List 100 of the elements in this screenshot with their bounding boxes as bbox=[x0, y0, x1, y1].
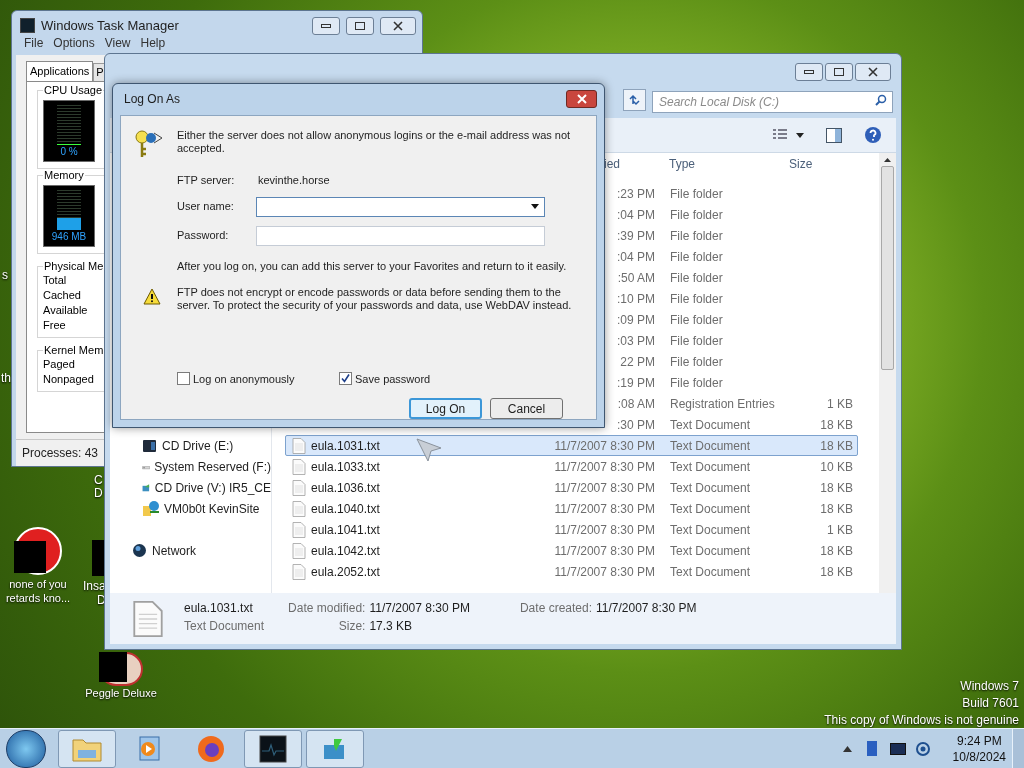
maximize-button[interactable] bbox=[825, 63, 853, 81]
clock-date[interactable]: 10/8/2024 bbox=[952, 748, 1006, 765]
document-icon bbox=[292, 542, 306, 559]
activation-notice: This copy of Windows is not genuine bbox=[824, 712, 1019, 729]
close-button[interactable] bbox=[566, 90, 597, 109]
file-name: eula.1041.txt bbox=[311, 521, 380, 539]
desktop-label-fragment: s bbox=[2, 268, 8, 282]
nav-item[interactable]: CD Drive (E:) bbox=[110, 435, 271, 456]
group-title: Kernel Mem bbox=[43, 344, 105, 357]
type-cell-text: Text Document bbox=[670, 437, 752, 455]
type-cell-text: File folder bbox=[670, 353, 724, 371]
caret-icon[interactable] bbox=[796, 132, 804, 138]
type-cell-text: File folder bbox=[670, 206, 724, 224]
minimize-button[interactable] bbox=[312, 16, 340, 35]
close-button[interactable] bbox=[380, 16, 416, 35]
type-cell-text: File folder bbox=[670, 290, 724, 308]
type-cell-text: File folder bbox=[670, 185, 724, 203]
size-cell-text: 18 KB bbox=[819, 563, 853, 581]
checkbox-option[interactable]: Save password bbox=[339, 370, 431, 387]
activation-notice: Windows 7 bbox=[960, 678, 1019, 695]
search-field[interactable]: Search Local Disk (C:) bbox=[652, 90, 893, 113]
menu-item[interactable]: View bbox=[104, 36, 131, 49]
warning-icon bbox=[143, 287, 161, 305]
file-row[interactable]: eula.1036.txt 11/7/2007 8:30 PM Text Document 18 KB bbox=[285, 477, 858, 498]
date-cell-text: 11/7/2007 8:30 PM bbox=[554, 542, 655, 560]
property-value: 11/7/2007 8:30 PM bbox=[596, 600, 697, 617]
refresh-button[interactable] bbox=[623, 88, 646, 111]
info-text: After you log on, you can add this server to your Favorites and return to it easily. bbox=[177, 258, 567, 273]
show-hidden-icons-icon[interactable] bbox=[842, 745, 852, 752]
stat-label: Available bbox=[43, 303, 89, 318]
size-cell-text: 10 KB bbox=[819, 458, 853, 476]
username-combo[interactable] bbox=[256, 196, 545, 217]
document-icon bbox=[292, 458, 306, 475]
scroll-up-icon[interactable] bbox=[884, 158, 891, 162]
start-button[interactable] bbox=[6, 729, 46, 768]
checkbox[interactable] bbox=[339, 372, 352, 386]
tray-display-icon[interactable] bbox=[889, 742, 906, 755]
field-label: FTP server: bbox=[177, 173, 236, 189]
checkbox-option[interactable]: Log on anonymously bbox=[177, 370, 339, 387]
dialog-button[interactable]: Log On bbox=[409, 398, 482, 419]
dialog-button[interactable]: Cancel bbox=[490, 398, 563, 419]
browser-icon bbox=[196, 733, 226, 764]
caret-icon bbox=[531, 204, 539, 209]
scrollbar[interactable] bbox=[879, 153, 896, 593]
document-icon bbox=[132, 599, 164, 639]
type-cell-text: Registration Entries bbox=[670, 395, 776, 413]
taskbar-button[interactable] bbox=[244, 729, 302, 768]
tray-network-icon[interactable] bbox=[914, 740, 931, 757]
tab[interactable]: P bbox=[93, 63, 104, 81]
shortcut-icon[interactable] bbox=[99, 652, 143, 686]
menu-item[interactable]: Options bbox=[53, 36, 95, 49]
date-cell-text: 11/7/2007 8:30 PM bbox=[554, 458, 655, 476]
size-cell-text: 18 KB bbox=[819, 437, 853, 455]
file-row[interactable]: eula.2052.txt 11/7/2007 8:30 PM Text Document 18 KB bbox=[285, 561, 858, 582]
nav-item[interactable]: Network bbox=[110, 540, 271, 561]
close-icon bbox=[868, 67, 878, 77]
column-header[interactable]: Size bbox=[789, 155, 852, 173]
stat-label: Total bbox=[43, 273, 68, 288]
document-icon bbox=[292, 500, 306, 517]
file-name: eula.1031.txt bbox=[311, 437, 380, 455]
menu-item[interactable]: Help bbox=[140, 36, 166, 49]
date-cell-text: :50 AM bbox=[617, 269, 655, 287]
date-cell-text: :04 PM bbox=[617, 206, 655, 224]
group-title: Physical Me bbox=[43, 260, 105, 273]
nav-item[interactable]: System Reserved (F:) bbox=[110, 456, 271, 477]
clock-time[interactable]: 9:24 PM bbox=[956, 732, 1002, 749]
minimize-button[interactable] bbox=[795, 63, 823, 81]
nav-item[interactable]: VM0b0t KevinSite bbox=[110, 498, 271, 519]
type-cell-text: File folder bbox=[670, 248, 724, 266]
type-cell-text: File folder bbox=[670, 269, 724, 287]
file-row[interactable]: eula.1031.txt 11/7/2007 8:30 PM Text Document 18 KB bbox=[285, 435, 858, 456]
property-label: Date modified: bbox=[288, 600, 366, 617]
stat-label: Paged bbox=[43, 357, 76, 372]
file-row[interactable]: eula.1042.txt 11/7/2007 8:30 PM Text Document 18 KB bbox=[285, 540, 858, 561]
desktop-label-fragment: C bbox=[94, 473, 103, 487]
message-text: Either the server does not allow anonymous logins or the e-mail address was not accepted. bbox=[177, 128, 572, 156]
size-cell-text: 1 KB bbox=[826, 395, 853, 413]
type-cell-text: Text Document bbox=[670, 521, 752, 539]
document-icon bbox=[292, 479, 306, 496]
file-row[interactable]: eula.1040.txt 11/7/2007 8:30 PM Text Document 18 KB bbox=[285, 498, 858, 519]
help-icon[interactable] bbox=[864, 126, 882, 144]
preview-pane-icon[interactable] bbox=[826, 127, 842, 143]
file-row[interactable]: eula.1041.txt 11/7/2007 8:30 PM Text Document 1 KB bbox=[285, 519, 858, 540]
tab[interactable]: Applications bbox=[26, 61, 94, 81]
password-field[interactable] bbox=[256, 225, 545, 246]
checkbox[interactable] bbox=[177, 372, 190, 386]
media-player-icon bbox=[137, 735, 161, 762]
file-row[interactable]: eula.1033.txt 11/7/2007 8:30 PM Text Document 10 KB bbox=[285, 456, 858, 477]
size-cell-text: 18 KB bbox=[819, 500, 853, 518]
menu-item[interactable]: File bbox=[24, 36, 44, 49]
server-name: kevinthe.horse bbox=[258, 173, 330, 189]
nav-item[interactable]: CD Drive (V:) IR5_CE bbox=[110, 477, 271, 498]
icon-label[interactable]: Peggle Deluxe bbox=[85, 686, 157, 700]
maximize-button[interactable] bbox=[346, 16, 374, 35]
view-list-icon[interactable] bbox=[772, 128, 788, 142]
column-header[interactable]: Type bbox=[669, 155, 789, 173]
group-title: Memory bbox=[43, 169, 85, 182]
property-value: 17.3 KB bbox=[369, 618, 414, 635]
icon-label[interactable]: none of you retards kno... bbox=[3, 577, 73, 605]
close-button[interactable] bbox=[855, 63, 891, 81]
